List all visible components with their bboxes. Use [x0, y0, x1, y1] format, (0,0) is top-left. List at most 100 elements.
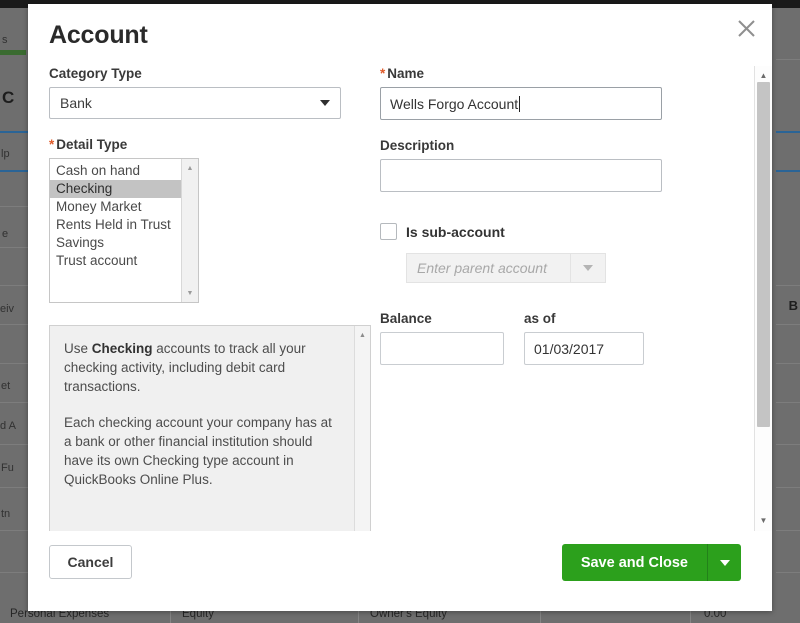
modal-footer: Cancel Save and Close [28, 531, 772, 611]
category-type-label-text: Category Type [49, 66, 142, 81]
right-column: * Name Wells Forgo Account Description Is… [380, 66, 710, 365]
list-item[interactable]: Savings [50, 234, 182, 252]
name-label-text: Name [387, 66, 425, 81]
text-cursor [519, 95, 521, 112]
bg-fragment: C [2, 88, 15, 107]
nav-accent-bar [0, 50, 26, 55]
bg-fragment: et [1, 380, 11, 392]
bg-fragment: tn [1, 508, 11, 520]
bg-divider-7 [0, 444, 28, 445]
is-sub-account-row[interactable]: Is sub-account [380, 223, 710, 240]
help-p1-bold: Checking [91, 341, 153, 356]
bg-divider-8 [0, 487, 28, 488]
bg-divider-r8 [776, 530, 800, 531]
bg-divider-r2 [776, 285, 800, 286]
description-label-text: Description [380, 138, 455, 153]
required-marker: * [380, 66, 386, 81]
close-icon[interactable] [732, 14, 760, 42]
cancel-button[interactable]: Cancel [49, 545, 132, 579]
bg-divider-r7 [776, 487, 800, 488]
detail-type-help-panel: Use Checking accounts to track all your … [49, 325, 371, 532]
bg-divider-9 [0, 530, 28, 531]
bg-fragment: e [2, 228, 9, 240]
scroll-up-icon[interactable]: ▲ [182, 161, 198, 175]
bg-divider-3 [0, 285, 28, 286]
balance-section: Balance as of 01/03/2017 [380, 311, 710, 365]
balance-inputs-row: 01/03/2017 [380, 332, 710, 365]
help-scrollbar[interactable]: ▲ [354, 326, 370, 531]
as-of-date-value: 01/03/2017 [534, 340, 605, 357]
list-item[interactable]: Money Market [50, 198, 182, 216]
bg-divider-blue-1 [0, 131, 28, 133]
is-sub-account-checkbox[interactable] [380, 223, 397, 240]
balance-labels-row: Balance as of [380, 311, 710, 332]
help-text: Use Checking accounts to track all your … [50, 326, 370, 516]
category-type-select[interactable]: Bank [49, 87, 341, 119]
help-paragraph-2: Each checking account your company has a… [64, 415, 332, 487]
modal-body: ▲ ▼ Category Type Bank * Detail Type Cash… [28, 66, 772, 532]
list-item[interactable]: Checking [50, 180, 182, 198]
bg-divider-10 [0, 572, 28, 573]
scroll-down-icon[interactable]: ▼ [755, 513, 772, 529]
bg-fragment-right: B [788, 298, 798, 313]
page-title: Account [49, 21, 148, 49]
bg-fragment: s [2, 34, 8, 46]
bg-divider-r5 [776, 402, 800, 403]
required-marker: * [49, 137, 55, 152]
bg-divider-blue-4 [776, 170, 800, 172]
bg-divider-blue-3 [776, 131, 800, 133]
scroll-up-icon[interactable]: ▲ [355, 329, 370, 341]
balance-label: Balance [380, 311, 504, 326]
list-item[interactable]: Cash on hand [50, 162, 182, 180]
parent-account-placeholder: Enter parent account [417, 260, 547, 276]
scroll-down-icon[interactable]: ▼ [182, 286, 198, 300]
help-p1-prefix: Use [64, 341, 92, 356]
bg-divider-6 [0, 402, 28, 403]
category-type-label: Category Type [49, 66, 379, 81]
is-sub-account-label: Is sub-account [406, 223, 505, 240]
scrollbar-thumb[interactable] [757, 82, 770, 427]
bg-divider-blue-2 [0, 170, 28, 172]
description-label: Description [380, 138, 710, 153]
list-item[interactable]: Trust account [50, 252, 182, 270]
save-and-close-button[interactable]: Save and Close [561, 544, 707, 581]
modal-scrollbar[interactable]: ▲ ▼ [754, 66, 772, 531]
bg-fragment: d A [0, 420, 16, 432]
chevron-down-icon [583, 265, 593, 271]
bg-divider-r4 [776, 363, 800, 364]
detail-type-listbox[interactable]: Cash on hand Checking Money Market Rents… [49, 158, 199, 303]
balance-label-text: Balance [380, 311, 432, 326]
bg-divider-r9 [776, 572, 800, 573]
detail-type-options: Cash on hand Checking Money Market Rents… [50, 162, 182, 270]
bg-divider-r1 [776, 59, 800, 60]
save-options-dropdown-button[interactable] [707, 544, 741, 581]
parent-select-divider [570, 254, 571, 282]
balance-field[interactable] [380, 332, 504, 365]
account-modal: Account ▲ ▼ Category Type Bank * Detail T… [28, 4, 772, 611]
bg-divider-r3 [776, 324, 800, 325]
chevron-down-icon [320, 100, 330, 106]
parent-account-select: Enter parent account [406, 253, 606, 283]
as-of-date-field[interactable]: 01/03/2017 [524, 332, 644, 365]
list-item[interactable]: Rents Held in Trust [50, 216, 182, 234]
as-of-label-text: as of [524, 311, 556, 326]
bg-divider-2 [0, 247, 28, 248]
category-type-value: Bank [60, 95, 92, 111]
bg-divider-4 [0, 324, 28, 325]
left-column: Category Type Bank * Detail Type Cash on … [49, 66, 379, 532]
name-label: * Name [380, 66, 710, 81]
detail-type-scrollbar[interactable]: ▲ ▼ [181, 159, 198, 302]
as-of-label: as of [524, 311, 556, 326]
bg-fragment: lp [1, 148, 10, 160]
detail-type-label: * Detail Type [49, 137, 379, 152]
description-field[interactable] [380, 159, 662, 192]
bg-divider-5 [0, 363, 28, 364]
help-paragraph-1: Use Checking accounts to track all your … [64, 339, 340, 396]
name-field[interactable]: Wells Forgo Account [380, 87, 662, 120]
bg-fragment: Fu [1, 462, 14, 474]
name-field-value: Wells Forgo Account [390, 95, 519, 112]
bg-fragment: eiv [0, 303, 15, 315]
save-button-group: Save and Close [561, 544, 741, 581]
chevron-down-icon [719, 559, 730, 566]
bg-divider-r6 [776, 444, 800, 445]
